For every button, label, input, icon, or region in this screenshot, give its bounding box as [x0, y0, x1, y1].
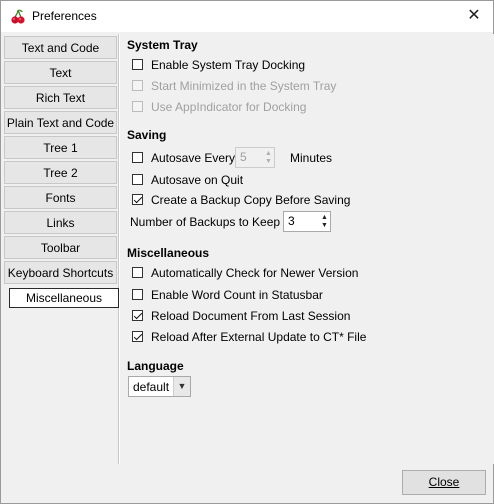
backup-copy-label: Create a Backup Copy Before Saving	[151, 193, 351, 207]
saving-heading: Saving	[127, 128, 167, 142]
sidebar-item-toolbar[interactable]: Toolbar	[4, 236, 117, 259]
sidebar-item-links[interactable]: Links	[4, 211, 117, 234]
num-backups-label: Number of Backups to Keep	[130, 215, 281, 229]
system-tray-heading: System Tray	[127, 38, 198, 52]
sidebar-item-keyboard-shortcuts[interactable]: Keyboard Shortcuts	[4, 261, 117, 284]
word-count-checkbox[interactable]	[132, 289, 143, 300]
use-appindicator-checkbox	[132, 101, 143, 112]
sidebar-item-fonts[interactable]: Fonts	[4, 186, 117, 209]
autosave-every-label: Autosave Every	[151, 151, 236, 165]
backup-copy-checkbox[interactable]	[132, 194, 143, 205]
autosave-on-quit-label: Autosave on Quit	[151, 173, 244, 187]
autosave-minutes-value: 5	[240, 150, 247, 164]
sidebar-item-text-and-code[interactable]: Text and Code	[4, 36, 117, 59]
title-bar: Preferences ✕	[1, 1, 493, 32]
reload-external-update-label: Reload After External Update to CT* File	[151, 330, 367, 344]
sidebar-item-text[interactable]: Text	[4, 61, 117, 84]
check-newer-version-checkbox[interactable]	[132, 267, 143, 278]
preferences-window: Preferences ✕ Text and Code Text Rich Te…	[0, 0, 494, 504]
cherry-icon	[11, 9, 25, 24]
language-select[interactable]: default ▼	[128, 376, 191, 397]
check-newer-version-label: Automatically Check for Newer Version	[151, 266, 359, 280]
sidebar-item-tree-1[interactable]: Tree 1	[4, 136, 117, 159]
category-sidebar: Text and Code Text Rich Text Plain Text …	[3, 34, 119, 464]
dialog-footer: Close	[1, 464, 493, 503]
autosave-on-quit-checkbox[interactable]	[132, 174, 143, 185]
num-backups-spinner[interactable]: 3 ▲ ▼	[283, 211, 331, 232]
reload-last-session-checkbox[interactable]	[132, 310, 143, 321]
word-count-label: Enable Word Count in Statusbar	[151, 288, 323, 302]
sidebar-item-rich-text[interactable]: Rich Text	[4, 86, 117, 109]
sidebar-item-miscellaneous[interactable]: Miscellaneous	[9, 288, 119, 308]
miscellaneous-panel: System Tray Enable System Tray Docking S…	[119, 34, 494, 464]
spin-down-icon[interactable]: ▼	[320, 221, 329, 230]
sidebar-item-tree-2[interactable]: Tree 2	[4, 161, 117, 184]
spin-down-icon: ▼	[265, 158, 272, 165]
num-backups-value[interactable]: 3	[288, 214, 295, 228]
autosave-minutes-spinner: 5 ▲ ▼	[235, 147, 275, 168]
reload-last-session-label: Reload Document From Last Session	[151, 309, 351, 323]
start-minimized-label: Start Minimized in the System Tray	[151, 79, 337, 93]
close-window-icon[interactable]: ✕	[459, 3, 489, 29]
chevron-down-icon[interactable]: ▼	[173, 377, 190, 396]
miscellaneous-heading: Miscellaneous	[127, 246, 210, 260]
language-selected-value: default	[133, 380, 170, 394]
language-heading: Language	[127, 359, 184, 373]
enable-tray-docking-label: Enable System Tray Docking	[151, 58, 306, 72]
minutes-label: Minutes	[290, 151, 333, 165]
use-appindicator-label: Use AppIndicator for Docking	[151, 100, 307, 114]
enable-tray-docking-checkbox[interactable]	[132, 59, 143, 70]
autosave-every-checkbox[interactable]	[132, 152, 143, 163]
close-button[interactable]: Close	[402, 470, 486, 495]
reload-external-update-checkbox[interactable]	[132, 331, 143, 342]
window-title: Preferences	[32, 9, 97, 23]
sidebar-item-plain-text-and-code[interactable]: Plain Text and Code	[4, 111, 117, 134]
start-minimized-checkbox	[132, 80, 143, 91]
